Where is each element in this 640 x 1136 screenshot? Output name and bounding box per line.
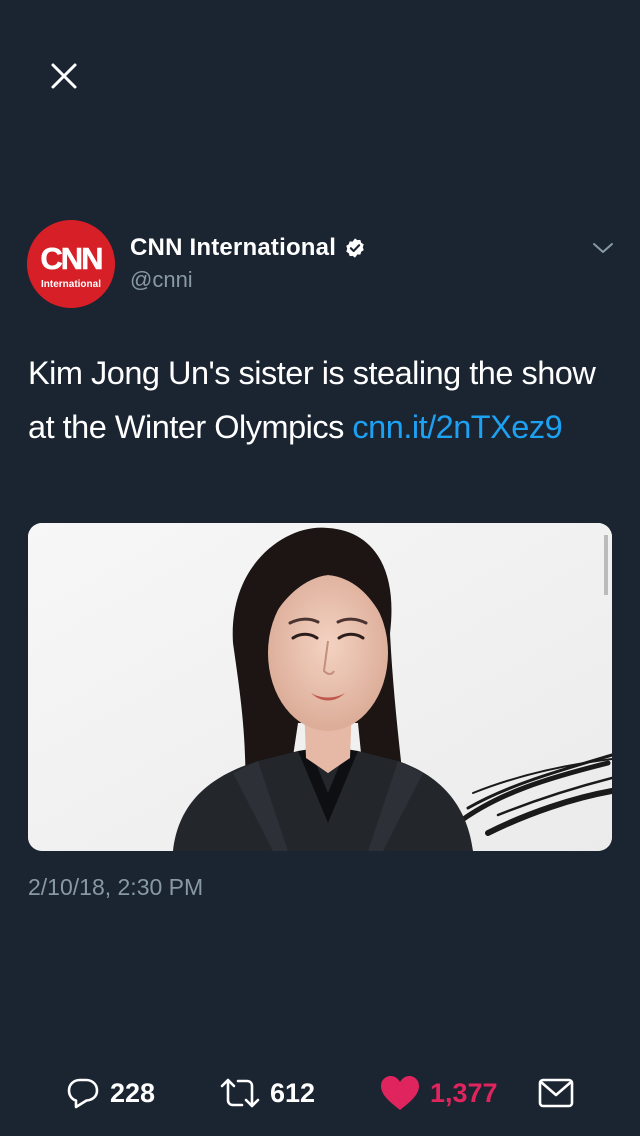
avatar[interactable]: CNN International (27, 220, 115, 308)
cnn-logo: CNN (27, 220, 115, 308)
tweet-media-photo[interactable] (28, 523, 612, 851)
tweet-actions-bar: 228 612 1,377 (0, 1066, 640, 1120)
tweet-header: CNN International CNN International @cnn… (27, 220, 617, 310)
close-button[interactable] (40, 52, 88, 100)
reply-count: 228 (110, 1077, 156, 1108)
more-options-button[interactable] (589, 234, 617, 262)
retweet-button[interactable]: 612 (220, 1066, 315, 1120)
reply-icon (67, 1078, 99, 1109)
share-button[interactable] (538, 1066, 574, 1120)
author-handle[interactable]: @cnni (130, 267, 193, 293)
close-icon (51, 63, 77, 89)
tweet-link[interactable]: cnn.it/2nTXez9 (352, 409, 562, 445)
share-icon (538, 1078, 574, 1108)
retweet-count: 612 (270, 1077, 316, 1108)
tweet-text: Kim Jong Un's sister is stealing the sho… (28, 346, 618, 454)
author-name-row: CNN International (130, 234, 366, 262)
reply-button[interactable]: 228 (66, 1066, 155, 1120)
photo-image (28, 523, 612, 851)
tweet-timestamp: 2/10/18, 2:30 PM (28, 874, 204, 900)
verified-badge-icon (346, 238, 364, 258)
heart-icon (381, 1076, 419, 1110)
retweet-icon (220, 1078, 260, 1108)
author-display-name[interactable]: CNN International (130, 234, 336, 262)
like-count: 1,377 (430, 1077, 498, 1108)
avatar-subtitle: International (40, 279, 101, 290)
chevron-down-icon (593, 243, 613, 253)
svg-text:CNN: CNN (40, 241, 102, 276)
tweet-detail-screen: CNN International CNN International @cnn… (0, 0, 640, 1136)
like-button[interactable]: 1,377 (380, 1066, 498, 1120)
